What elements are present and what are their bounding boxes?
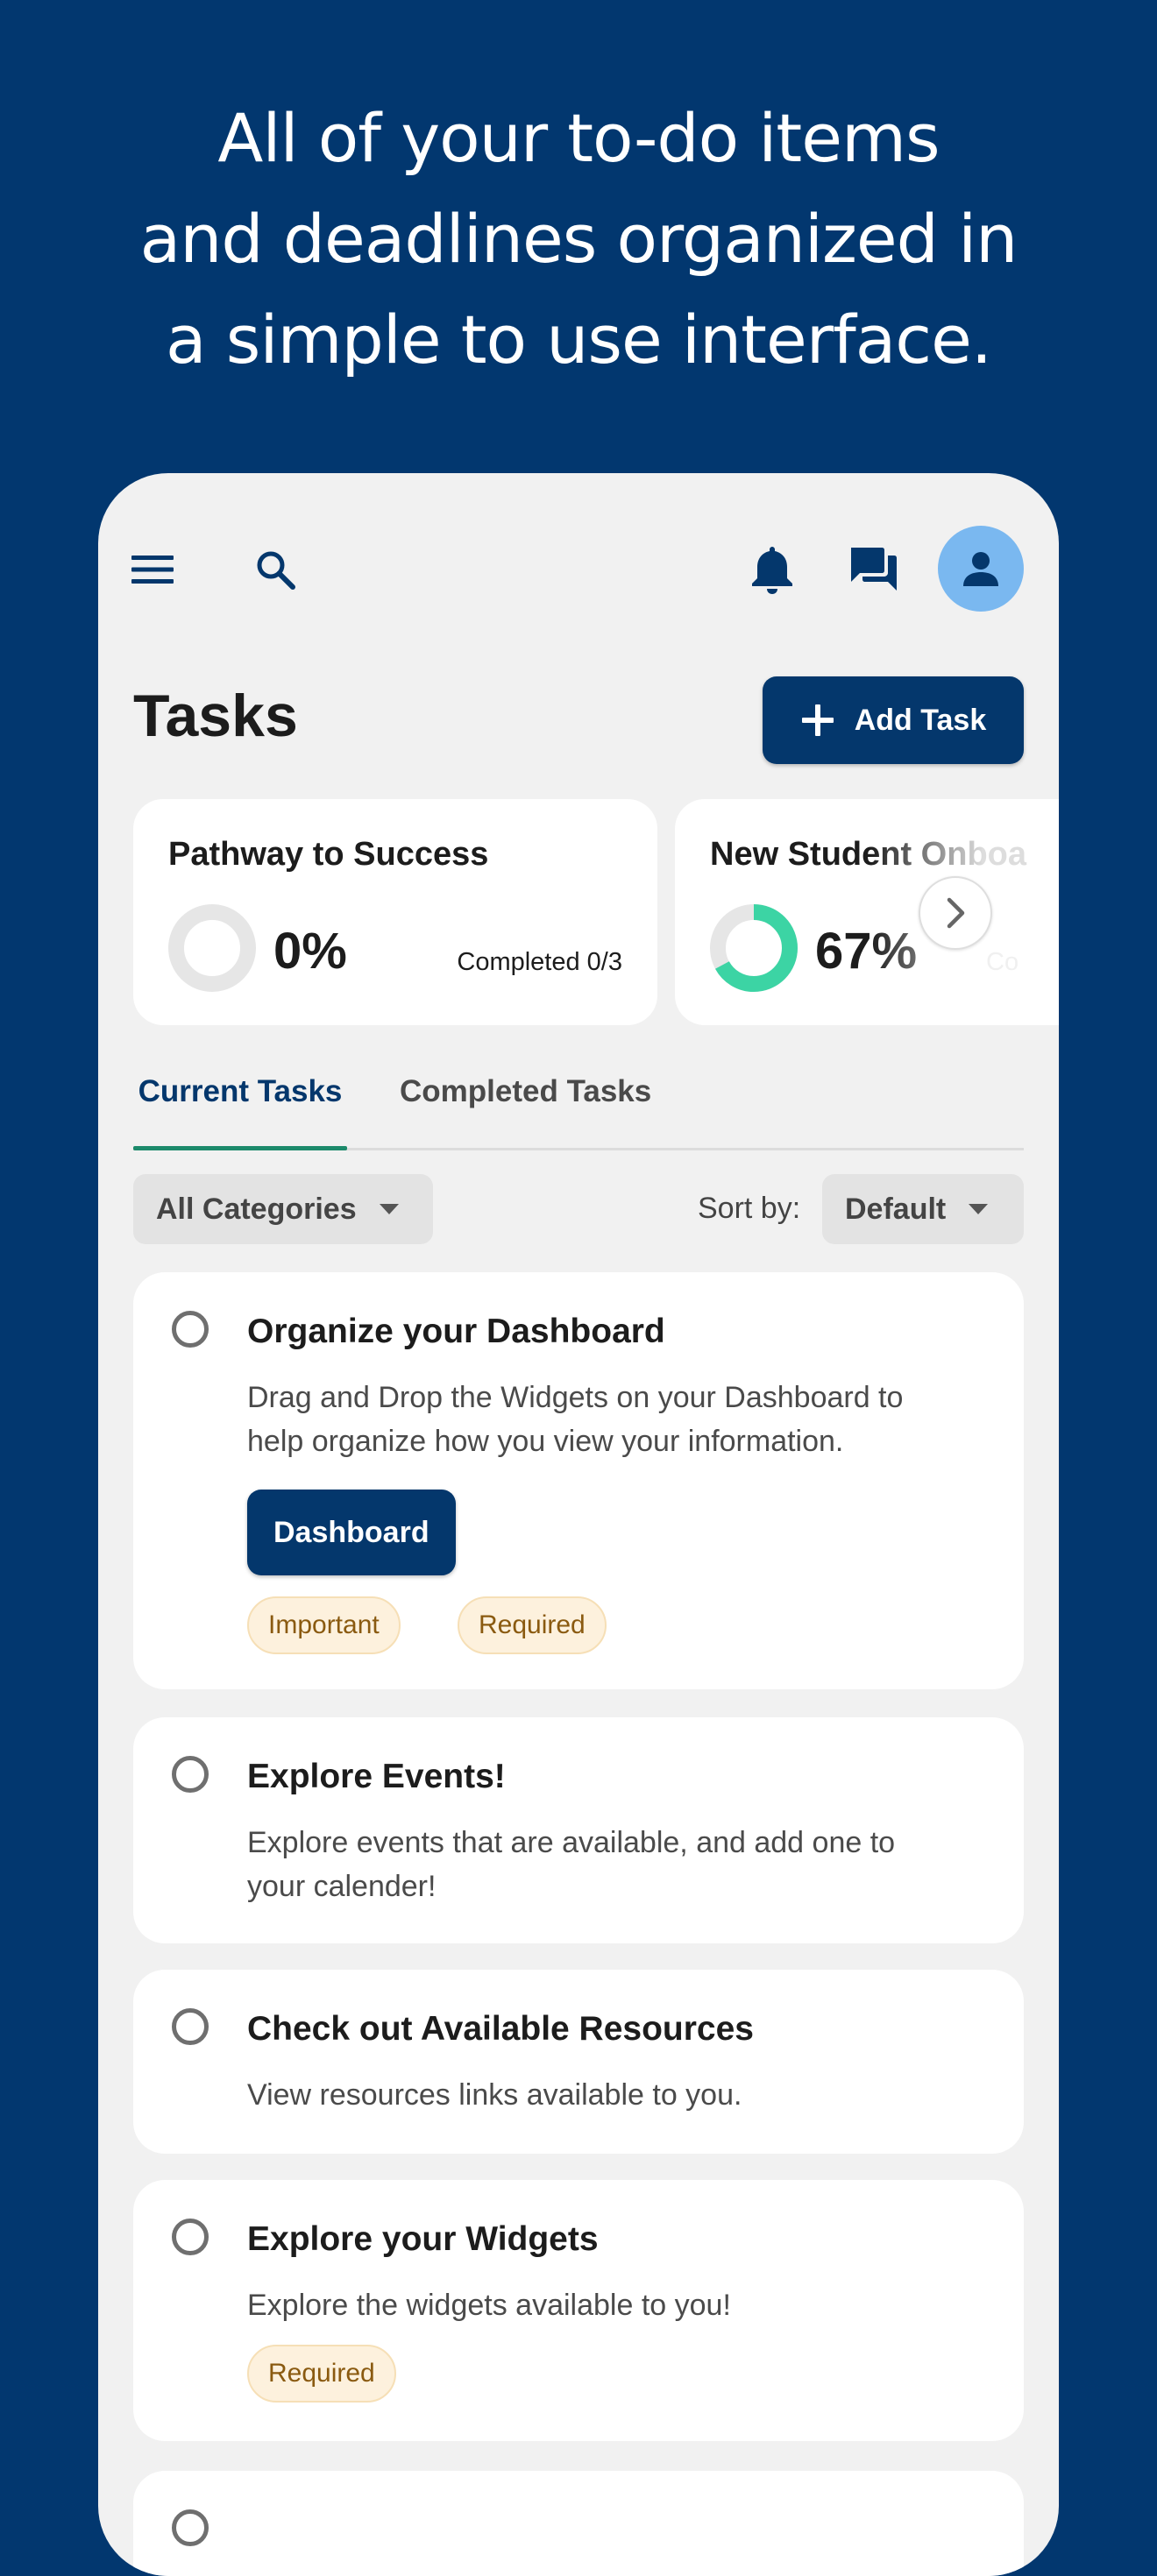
progress-completed-count: Co — [986, 948, 1019, 976]
task-description-line: your calender! — [247, 1870, 437, 1903]
progress-completed-count: Completed 0/3 — [457, 948, 622, 976]
page-title: Tasks — [133, 683, 298, 749]
task-complete-radio[interactable] — [172, 2219, 209, 2255]
task-complete-radio[interactable] — [172, 1756, 209, 1793]
tab-current-tasks[interactable]: Current Tasks — [133, 1074, 347, 1150]
messages-button[interactable] — [845, 540, 903, 598]
progress-card-title: Pathway to Success — [168, 836, 489, 873]
progress-percent: 0% — [273, 923, 347, 980]
progress-ring — [710, 904, 798, 992]
task-complete-radio[interactable] — [172, 1311, 209, 1348]
task-title: Organize your Dashboard — [247, 1313, 665, 1350]
task-description-line: Explore events that are available, and a… — [247, 1826, 896, 1859]
task-title: Explore Events! — [247, 1758, 506, 1795]
tab-completed-tasks[interactable]: Completed Tasks — [400, 1074, 651, 1148]
sort-label: Sort by: — [698, 1192, 801, 1225]
sort-select-value: Default — [845, 1192, 947, 1226]
task-card[interactable]: Explore your Widgets Explore the widgets… — [133, 2180, 1024, 2441]
task-description-line: View resources links available to you. — [247, 2078, 742, 2112]
progress-card-onboarding[interactable]: New Student Onboa 67% Co — [675, 799, 1059, 1025]
chevron-right-icon — [947, 897, 965, 929]
task-complete-radio[interactable] — [172, 2008, 209, 2045]
task-complete-radio[interactable] — [172, 2509, 209, 2546]
hero-line-1: All of your to-do items — [217, 99, 940, 177]
menu-icon — [131, 556, 174, 584]
task-tabs: Current Tasks Completed Tasks — [133, 1074, 1024, 1150]
task-description-line: Drag and Drop the Widgets on your Dashbo… — [247, 1381, 904, 1414]
caret-down-icon — [379, 1204, 399, 1214]
task-title: Explore your Widgets — [247, 2220, 599, 2258]
notifications-button[interactable] — [743, 540, 801, 598]
caret-down-icon — [969, 1204, 989, 1214]
tag-important: Important — [247, 1596, 401, 1654]
task-description: Explore the widgets available to you! — [247, 2283, 966, 2327]
phone-screen: Tasks Add Task Pathway to Success 0% Com… — [98, 473, 1059, 2576]
hero-heading: All of your to-do items and deadlines or… — [0, 88, 1157, 390]
chat-icon — [851, 548, 897, 591]
progress-percent: 67% — [815, 923, 918, 980]
task-description-line: Explore the widgets available to you! — [247, 2289, 731, 2322]
sort-select[interactable]: Default — [822, 1174, 1024, 1244]
plus-icon — [801, 704, 834, 736]
add-task-button[interactable]: Add Task — [763, 676, 1024, 764]
task-title: Check out Available Resources — [247, 2010, 754, 2048]
search-icon — [257, 551, 295, 590]
add-task-label: Add Task — [854, 703, 987, 737]
category-select[interactable]: All Categories — [133, 1174, 433, 1244]
task-description: Explore events that are available, and a… — [247, 1821, 966, 1908]
task-description: Drag and Drop the Widgets on your Dashbo… — [247, 1376, 966, 1463]
task-card[interactable]: Organize your Dashboard Drag and Drop th… — [133, 1272, 1024, 1689]
tag-required: Required — [458, 1596, 607, 1654]
task-card[interactable]: Explore Events! Explore events that are … — [133, 1717, 1024, 1943]
person-icon — [963, 552, 998, 586]
search-button[interactable] — [249, 543, 302, 596]
progress-card-title: New Student Onboa — [710, 836, 1026, 873]
task-description-line: help organize how you view your informat… — [247, 1425, 844, 1458]
dashboard-button[interactable]: Dashboard — [247, 1490, 456, 1575]
task-card[interactable]: Check out Available Resources View resou… — [133, 1970, 1024, 2154]
carousel-next-button[interactable] — [919, 876, 992, 950]
progress-ring — [168, 904, 256, 992]
task-description: View resources links available to you. — [247, 2073, 966, 2117]
progress-card-pathway[interactable]: Pathway to Success 0% Completed 0/3 — [133, 799, 657, 1025]
hero-line-2: and deadlines organized in — [139, 200, 1019, 278]
tag-required: Required — [247, 2345, 396, 2403]
bell-icon — [752, 547, 792, 594]
category-select-value: All Categories — [156, 1192, 357, 1226]
avatar[interactable] — [938, 526, 1024, 612]
hero-line-3: a simple to use interface. — [166, 301, 992, 379]
task-card[interactable] — [133, 2471, 1024, 2576]
menu-button[interactable] — [124, 543, 181, 596]
